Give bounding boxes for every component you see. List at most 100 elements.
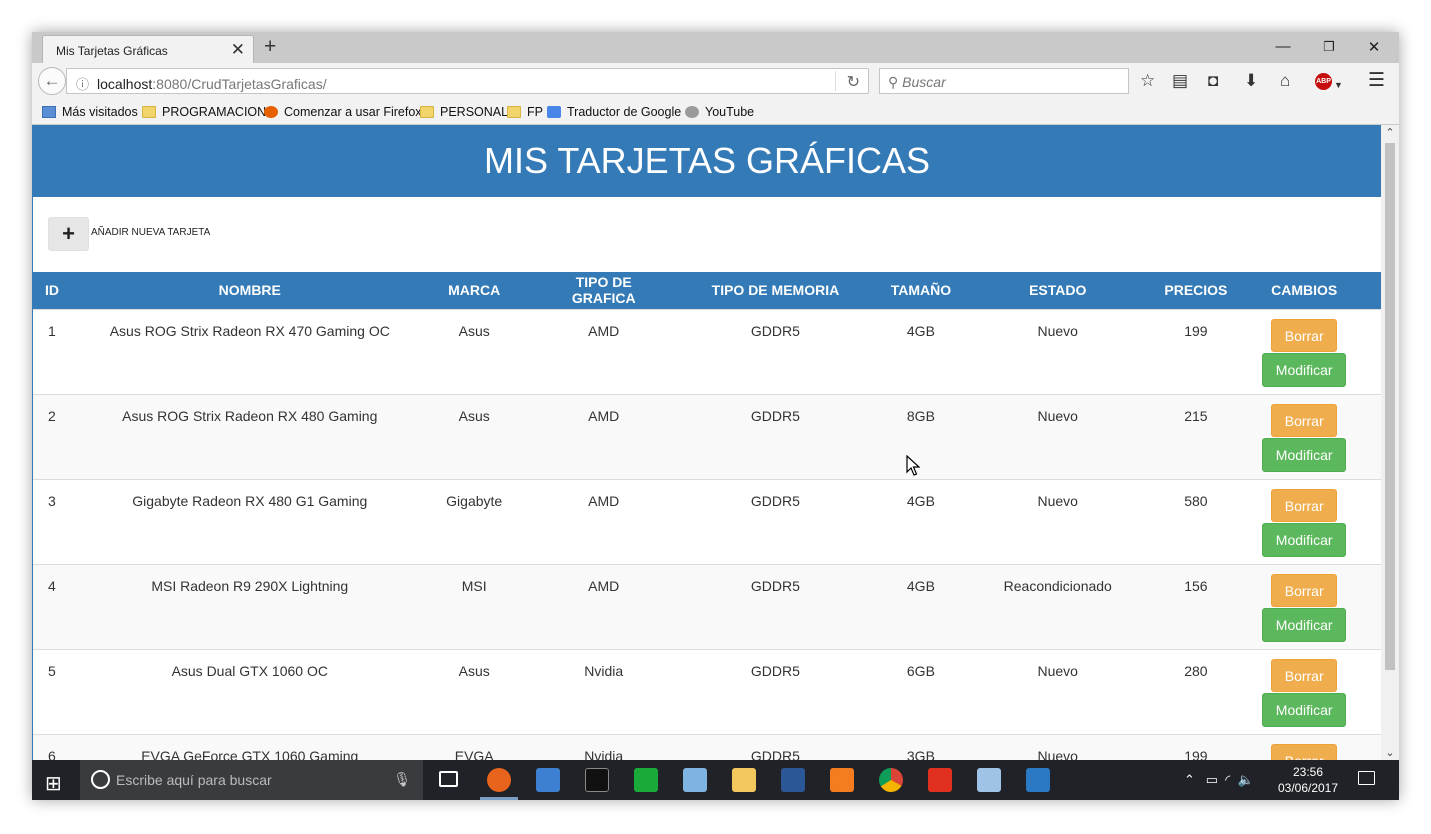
file-explorer-icon[interactable] bbox=[732, 768, 756, 792]
battery-icon[interactable]: ▭ bbox=[1206, 772, 1218, 787]
bookmark-youtube[interactable]: YouTube bbox=[685, 105, 754, 119]
search-input[interactable]: ⚲ Buscar bbox=[879, 68, 1129, 94]
page-viewport: MIS TARJETAS GRÁFICAS + AÑADIR NUEVA TAR… bbox=[32, 125, 1399, 760]
cell-price: 280 bbox=[1184, 662, 1208, 679]
column-header: TAMAÑO bbox=[890, 272, 952, 309]
edit-button[interactable]: Modificar bbox=[1262, 437, 1347, 472]
scroll-up-icon[interactable]: ⌃ bbox=[1381, 126, 1399, 139]
table-row: 1 Asus ROG Strix Radeon RX 470 Gaming OC A… bbox=[33, 309, 1381, 394]
cell-actions: BorrarModificar bbox=[1227, 734, 1381, 760]
taskbar: ⊞ Escribe aquí para buscar 🎙 ⌃ ▭ ◜ 🔈 23:… bbox=[32, 760, 1399, 800]
taskbar-clock[interactable]: 23:56 03/06/2017 bbox=[1273, 764, 1343, 796]
cell-actions: BorrarModificar bbox=[1227, 564, 1381, 649]
pdf-app-icon[interactable] bbox=[928, 768, 952, 792]
home-icon[interactable]: ⌂ bbox=[1280, 72, 1290, 90]
url-bar[interactable]: ⓘ localhost:8080/CrudTarjetasGraficas/ ↻ bbox=[66, 68, 869, 94]
firefox-app-icon[interactable] bbox=[487, 768, 511, 792]
wifi-icon[interactable]: ◜ bbox=[1225, 772, 1230, 787]
cell-brand: Asus bbox=[458, 662, 490, 679]
cell-actions: BorrarModificar bbox=[1227, 479, 1381, 564]
bookmark-fp[interactable]: FP bbox=[507, 105, 543, 119]
bookmark-most-visited[interactable]: Más visitados bbox=[42, 105, 138, 119]
bookmark-programacion[interactable]: PROGRAMACION bbox=[142, 105, 266, 119]
cell-size: 8GB bbox=[890, 394, 952, 479]
taskbar-search-input[interactable]: Escribe aquí para buscar 🎙 bbox=[80, 760, 423, 800]
delete-button[interactable]: Borrar bbox=[1271, 743, 1338, 760]
bookmark-firefox[interactable]: Comenzar a usar Firefox bbox=[264, 105, 422, 119]
cell-name: MSI Radeon R9 290X Lightning bbox=[98, 564, 402, 649]
bookmark-label: PERSONAL bbox=[440, 105, 509, 119]
cmd-app-icon[interactable] bbox=[585, 768, 609, 792]
delete-button[interactable]: Borrar bbox=[1271, 488, 1338, 522]
cell-price: 199 bbox=[1184, 322, 1208, 339]
microphone-icon[interactable]: 🎙 bbox=[393, 771, 411, 788]
cell-actions: BorrarModificar bbox=[1227, 649, 1381, 734]
cell-gpu-type: AMD bbox=[547, 564, 661, 649]
volume-icon[interactable]: 🔈 bbox=[1238, 772, 1254, 787]
cell-condition: Reacondicionado bbox=[951, 564, 1165, 649]
mouse-cursor-icon bbox=[906, 455, 920, 476]
cell-size: 3GB bbox=[890, 734, 952, 760]
bookmark-star-icon[interactable]: ☆ bbox=[1140, 72, 1155, 90]
column-header: NOMBRE bbox=[98, 272, 402, 309]
edit-button[interactable]: Modificar bbox=[1262, 607, 1347, 642]
box-app-icon[interactable] bbox=[977, 768, 1001, 792]
restore-icon[interactable]: ❐ bbox=[1319, 39, 1339, 55]
people-app-icon[interactable] bbox=[536, 768, 560, 792]
vscode-app-icon[interactable] bbox=[1026, 768, 1050, 792]
cards-table: ID NOMBRE MARCA TIPO DE GRAFICA TIPO DE … bbox=[33, 272, 1381, 760]
task-view-icon[interactable] bbox=[439, 771, 458, 787]
cell-gpu-type: Nvidia bbox=[584, 662, 624, 679]
bookmark-personal[interactable]: PERSONAL bbox=[420, 105, 508, 119]
cell-actions: BorrarModificar bbox=[1227, 394, 1381, 479]
scrollbar-thumb[interactable] bbox=[1385, 143, 1395, 670]
delete-button[interactable]: Borrar bbox=[1271, 658, 1338, 692]
scroll-down-icon[interactable]: ⌄ bbox=[1381, 746, 1399, 759]
active-app-indicator bbox=[480, 797, 518, 800]
word-app-icon[interactable] bbox=[781, 768, 805, 792]
globe-icon bbox=[685, 106, 699, 118]
notification-icon[interactable] bbox=[1358, 771, 1375, 785]
back-button[interactable]: ← bbox=[38, 67, 66, 95]
menu-icon[interactable]: ☰ bbox=[1368, 71, 1385, 90]
delete-button[interactable]: Borrar bbox=[1271, 573, 1338, 607]
cell-name: Asus Dual GTX 1060 OC bbox=[171, 662, 328, 679]
delete-button[interactable]: Borrar bbox=[1271, 318, 1338, 352]
vertical-scrollbar[interactable]: ⌃ ⌄ bbox=[1381, 125, 1399, 760]
adblock-icon[interactable]: ABP bbox=[1315, 73, 1332, 90]
cell-memory-type: GDDR5 bbox=[750, 662, 800, 679]
pocket-icon[interactable]: ◘ bbox=[1208, 72, 1218, 90]
chrome-app-icon[interactable] bbox=[879, 768, 903, 792]
delete-button[interactable]: Borrar bbox=[1271, 403, 1338, 437]
column-header: TIPO DE MEMORIA bbox=[660, 272, 891, 309]
system-tray[interactable]: ⌃ ▭ ◜ 🔈 bbox=[1184, 772, 1254, 788]
wps-app-icon[interactable] bbox=[634, 768, 658, 792]
notes-app-icon[interactable] bbox=[683, 768, 707, 792]
bookmark-translate[interactable]: Traductor de Google bbox=[547, 105, 681, 119]
cell-name: Asus ROG Strix Radeon RX 470 Gaming OC bbox=[109, 322, 390, 339]
cell-gpu-type: AMD bbox=[588, 492, 620, 509]
reload-icon[interactable]: ↻ bbox=[847, 72, 860, 92]
tab-active[interactable]: Mis Tarjetas Gráficas ✕ bbox=[42, 35, 254, 63]
edit-button[interactable]: Modificar bbox=[1262, 692, 1347, 727]
download-icon[interactable]: ⬇ bbox=[1244, 72, 1258, 90]
cell-price: 156 bbox=[1164, 564, 1228, 649]
close-tab-icon[interactable]: ✕ bbox=[231, 40, 245, 60]
bookmark-label: Traductor de Google bbox=[567, 105, 682, 119]
xampp-app-icon[interactable] bbox=[830, 768, 854, 792]
cell-size: 6GB bbox=[906, 662, 935, 679]
chevron-up-icon[interactable]: ⌃ bbox=[1184, 772, 1195, 787]
column-header: TIPO DE GRAFICA bbox=[547, 272, 661, 309]
minimize-icon[interactable]: — bbox=[1273, 38, 1293, 55]
edit-button[interactable]: Modificar bbox=[1262, 352, 1347, 387]
close-window-icon[interactable]: ✕ bbox=[1364, 38, 1384, 56]
cell-price: 580 bbox=[1184, 492, 1208, 509]
chevron-down-icon[interactable]: ▼ bbox=[1334, 76, 1343, 94]
new-tab-icon[interactable]: + bbox=[264, 35, 276, 59]
add-card-button[interactable]: + bbox=[48, 217, 89, 251]
cell-id: 1 bbox=[48, 322, 56, 339]
edit-button[interactable]: Modificar bbox=[1262, 522, 1347, 557]
reading-list-icon[interactable]: ▤ bbox=[1172, 72, 1188, 90]
firefox-icon bbox=[264, 106, 278, 118]
windows-start-icon[interactable]: ⊞ bbox=[45, 771, 62, 796]
